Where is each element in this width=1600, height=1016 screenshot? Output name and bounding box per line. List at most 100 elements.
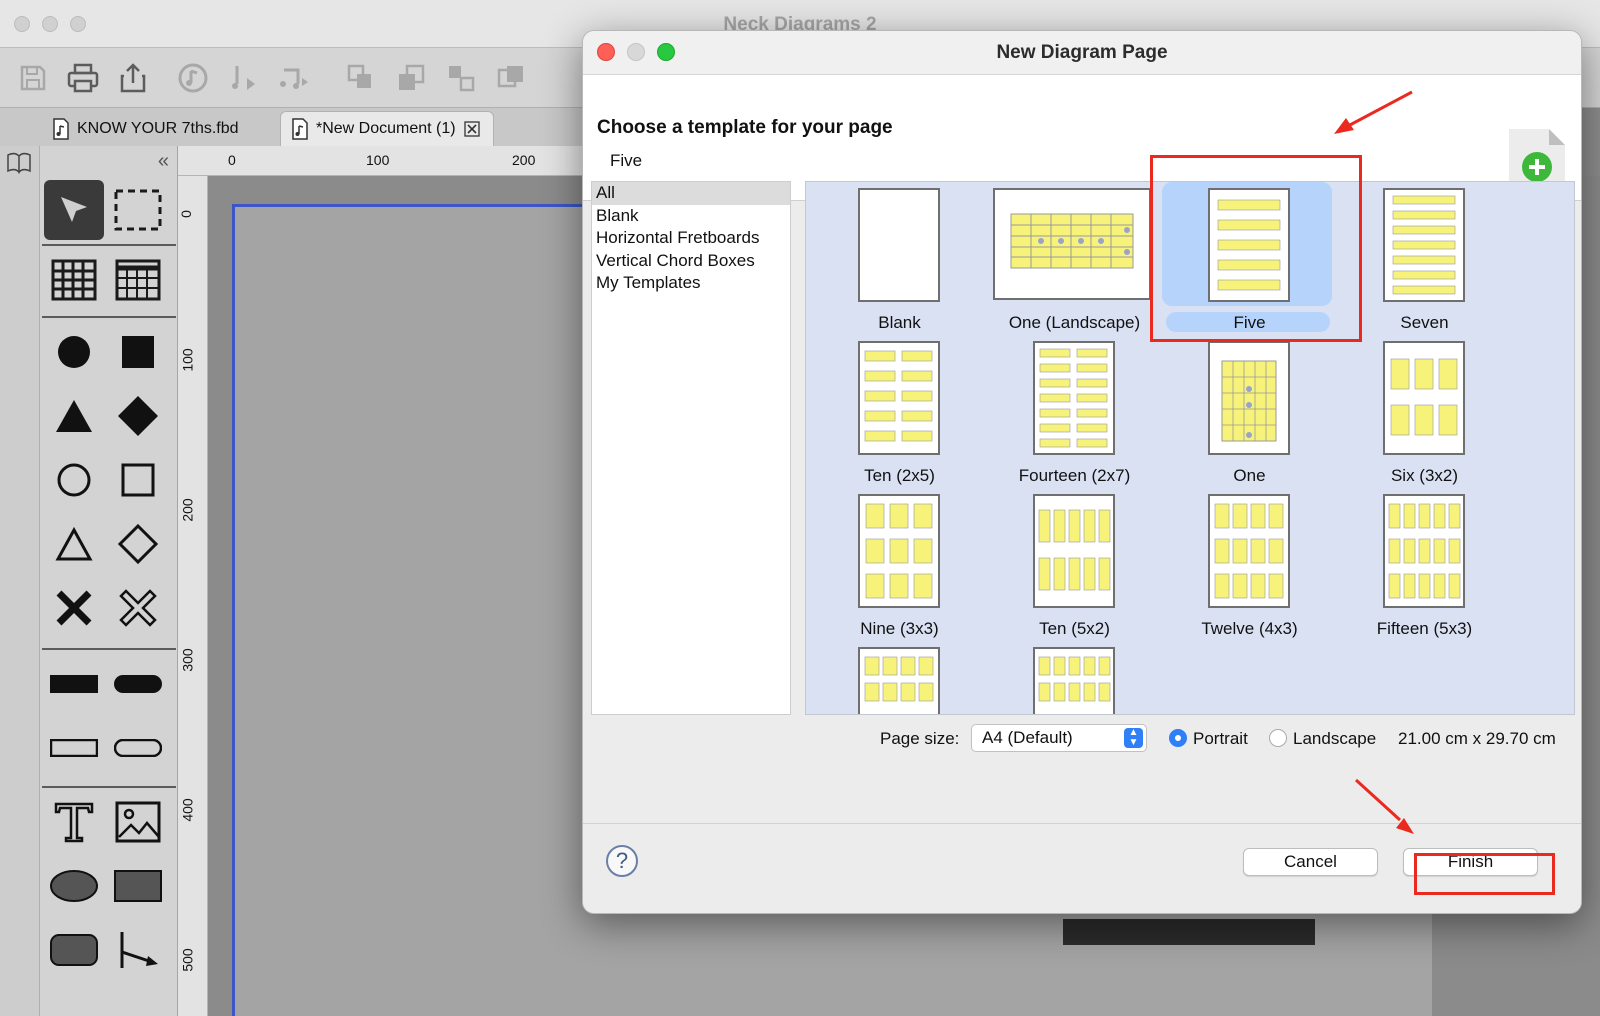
cancel-button[interactable]: Cancel: [1243, 848, 1378, 876]
triangle-tool[interactable]: [44, 514, 104, 574]
ungroup-icon[interactable]: [392, 60, 430, 96]
share-icon[interactable]: [114, 60, 152, 96]
marquee-tool[interactable]: [108, 180, 168, 240]
grid-icon: [51, 259, 97, 301]
print-icon[interactable]: [64, 60, 102, 96]
template-thumbnail: [1383, 188, 1465, 302]
square-tool[interactable]: [108, 450, 168, 510]
template-thumbnail: [858, 647, 940, 714]
page-size-label: Page size:: [880, 729, 960, 748]
collapse-palette-icon[interactable]: «: [158, 150, 169, 173]
select-tool[interactable]: [44, 180, 104, 240]
cross-outline-tool[interactable]: [108, 578, 168, 638]
diamond-tool[interactable]: [108, 514, 168, 574]
ruler-label: 0: [228, 152, 236, 168]
portrait-label: Portrait: [1193, 729, 1248, 748]
filled-diamond-tool[interactable]: [108, 386, 168, 446]
fretboard-grid-tool[interactable]: [44, 250, 104, 310]
template-thumbnail: [858, 341, 940, 455]
filled-square-tool[interactable]: [108, 322, 168, 382]
template-thumbnail: [1208, 494, 1290, 608]
filled-rectangle-tool[interactable]: [108, 856, 168, 916]
filled-ellipse-tool[interactable]: [44, 856, 104, 916]
ruler-label: 300: [179, 648, 196, 672]
template-thumbnail: [1033, 647, 1115, 714]
category-all[interactable]: All: [592, 182, 790, 205]
fretboard-preview: [1063, 919, 1315, 945]
diamond-outline-icon: [117, 523, 159, 565]
rounded-rect-icon: [50, 934, 98, 966]
circle-tool[interactable]: [44, 450, 104, 510]
template-blank[interactable]: Blank: [812, 182, 987, 335]
divider: [42, 316, 176, 318]
template-one-landscape[interactable]: One (Landscape): [987, 182, 1162, 335]
template-six-3x2[interactable]: Six (3x2): [1337, 335, 1512, 488]
template-fifteen-5x3[interactable]: Fifteen (5x3): [1337, 488, 1512, 641]
category-blank[interactable]: Blank: [592, 205, 790, 228]
pill-outline-tool[interactable]: [108, 718, 168, 778]
page-size-select[interactable]: A4 (Default) ▲ ▼: [971, 724, 1147, 752]
group-icon[interactable]: [342, 60, 380, 96]
landscape-radio[interactable]: [1269, 729, 1287, 747]
tab-new-document[interactable]: *New Document (1): [280, 111, 494, 146]
bring-front-icon[interactable]: [442, 60, 480, 96]
drawing-tools-palette: «: [40, 146, 178, 1016]
select-arrows-icon: ▲ ▼: [1124, 728, 1143, 748]
music-note-icon[interactable]: [174, 60, 212, 96]
filled-bar-tool[interactable]: [44, 654, 104, 714]
template-thumbnail: [993, 188, 1151, 300]
category-vertical-chord-boxes[interactable]: Vertical Chord Boxes: [592, 250, 790, 273]
filled-ellipse-icon: [50, 870, 98, 902]
template-thumbnail: [858, 494, 940, 608]
left-mini-strip: [0, 108, 40, 1016]
page-dimensions: 21.00 cm x 29.70 cm: [1398, 729, 1556, 748]
document-icon: [53, 117, 69, 140]
portrait-radio[interactable]: [1169, 729, 1187, 747]
template-seven[interactable]: Seven: [1337, 182, 1512, 335]
help-button[interactable]: ?: [606, 845, 638, 877]
ruler-label: 100: [366, 152, 390, 168]
circle-outline-icon: [57, 463, 91, 497]
send-back-icon[interactable]: [492, 60, 530, 96]
table-grid-tool[interactable]: [108, 250, 168, 310]
save-icon[interactable]: [14, 60, 52, 96]
template-nine-3x3[interactable]: Nine (3x3): [812, 488, 987, 641]
divider: [42, 786, 176, 788]
template-more-2[interactable]: [987, 641, 1162, 714]
category-horizontal-fretboards[interactable]: Horizontal Fretboards: [592, 227, 790, 250]
filled-rectangle-icon: [114, 870, 162, 902]
square-outline-icon: [121, 463, 155, 497]
template-thumbnail: [1383, 341, 1465, 455]
rounded-rect-tool[interactable]: [44, 920, 104, 980]
close-tab-icon[interactable]: [463, 120, 481, 138]
document-tabs: KNOW YOUR 7ths.fbd *New Document (1): [0, 108, 600, 146]
landscape-label: Landscape: [1293, 729, 1377, 748]
x-outline-icon: [119, 589, 157, 627]
template-label: One: [1233, 466, 1266, 485]
category-my-templates[interactable]: My Templates: [592, 272, 790, 295]
marquee-icon: [114, 189, 162, 231]
annotation-box-finish: [1414, 853, 1555, 895]
document-icon: [292, 118, 308, 140]
template-ten-2x5[interactable]: Ten (2x5): [812, 335, 987, 488]
image-tool[interactable]: [108, 792, 168, 852]
tab-know-your-7ths[interactable]: KNOW YOUR 7ths.fbd: [42, 111, 251, 146]
text-tool[interactable]: [44, 792, 104, 852]
connector-tool[interactable]: [108, 920, 168, 980]
filled-pill-tool[interactable]: [108, 654, 168, 714]
insert-note-icon[interactable]: [226, 60, 264, 96]
template-label: Twelve (4x3): [1201, 619, 1298, 638]
filled-circle-tool[interactable]: [44, 322, 104, 382]
template-fourteen-2x7[interactable]: Fourteen (2x7): [987, 335, 1162, 488]
filled-triangle-tool[interactable]: [44, 386, 104, 446]
cross-tool[interactable]: [44, 578, 104, 638]
vertical-ruler: 0 100 200 300 400 500: [178, 176, 208, 1016]
template-ten-5x2[interactable]: Ten (5x2): [987, 488, 1162, 641]
book-icon[interactable]: [6, 152, 32, 174]
template-one[interactable]: One: [1162, 335, 1337, 488]
template-more-1[interactable]: [812, 641, 987, 714]
insert-chord-icon[interactable]: [274, 60, 312, 96]
image-icon: [115, 801, 161, 843]
bar-outline-tool[interactable]: [44, 718, 104, 778]
template-twelve-4x3[interactable]: Twelve (4x3): [1162, 488, 1337, 641]
